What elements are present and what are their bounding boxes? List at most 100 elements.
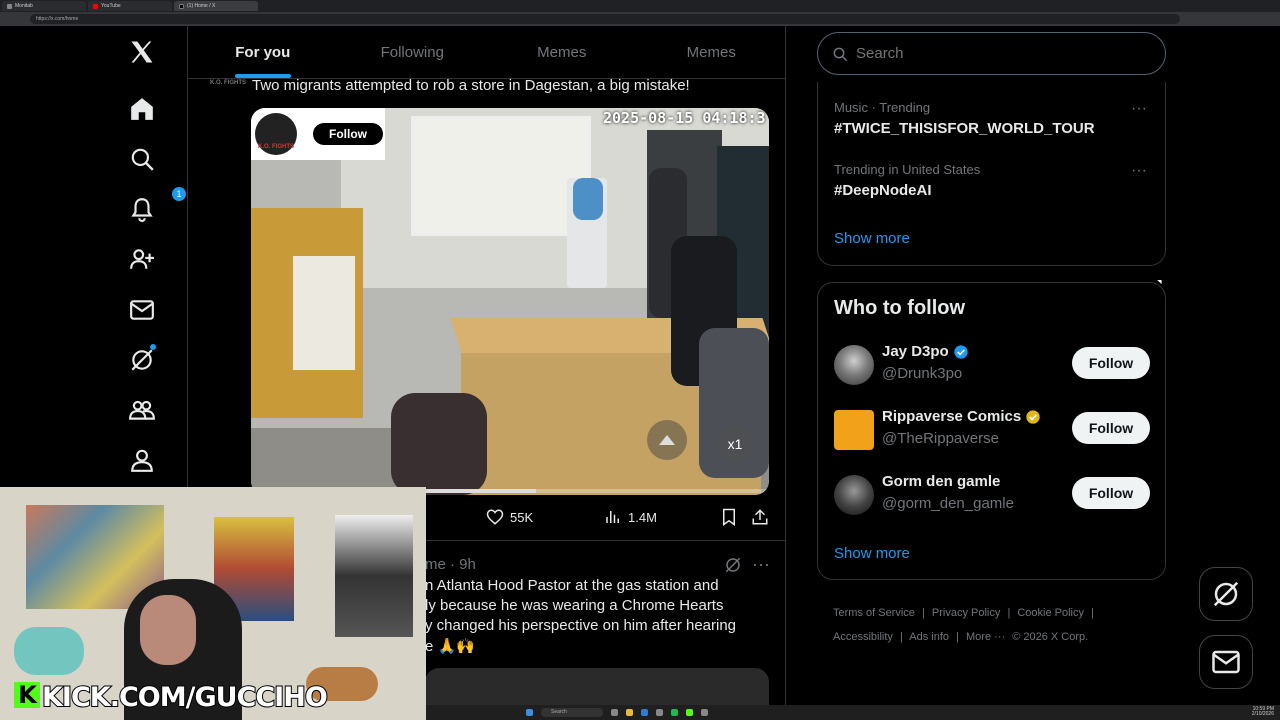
verified-badge-icon: [954, 344, 968, 359]
footer-link-cookies[interactable]: Cookie Policy: [1017, 607, 1084, 619]
footer-link-more[interactable]: More ···: [966, 631, 1005, 643]
tab-for-you[interactable]: For you: [188, 26, 338, 78]
more-options-icon[interactable]: ···: [752, 554, 770, 575]
tab-following[interactable]: Following: [338, 26, 488, 78]
like-count: 55K: [510, 509, 534, 525]
profile-icon[interactable]: [126, 444, 158, 476]
trends-show-more-link[interactable]: Show more: [834, 230, 910, 247]
trend-category: Music · Trending: [834, 100, 931, 115]
post-text-line: y changed his perspective on him after h…: [425, 617, 737, 634]
messages-floating-button[interactable]: [1199, 635, 1253, 689]
favicon-icon: [179, 3, 184, 9]
tab-memes[interactable]: Memes: [487, 26, 637, 78]
video-play-button[interactable]: [647, 420, 687, 460]
browser-tab[interactable]: YouTube: [88, 1, 172, 11]
footer-link-accessibility[interactable]: Accessibility: [833, 631, 893, 643]
grok-icon[interactable]: [724, 556, 742, 579]
kick-app-icon[interactable]: [686, 709, 693, 716]
follow-button[interactable]: Follow: [1072, 412, 1150, 444]
screen: Monitab YouTube (1) Home / X https://x.c…: [0, 0, 1280, 720]
left-navigation: 1: [96, 26, 188, 496]
user-handle: @gorm_den_gamle: [882, 495, 1014, 512]
tab-memes-2[interactable]: Memes: [637, 26, 786, 78]
favicon-icon: [7, 3, 12, 9]
search-icon[interactable]: [126, 143, 158, 175]
footer-separator: |: [899, 631, 903, 643]
footer-separator: |: [1091, 607, 1094, 619]
like-button[interactable]: 55K: [486, 508, 533, 526]
grok-floating-button[interactable]: [1199, 567, 1253, 621]
trend-name[interactable]: #TWICE_THISISFOR_WORLD_TOUR: [834, 120, 1095, 137]
suggested-user[interactable]: Jay D3po @Drunk3po Follow: [834, 343, 1154, 389]
video-scene-window: [411, 116, 591, 236]
browser-tab-strip: Monitab YouTube (1) Home / X: [0, 0, 1280, 12]
notifications-icon[interactable]: 1: [126, 187, 186, 225]
home-icon[interactable]: [126, 93, 158, 125]
follow-icon[interactable]: [126, 243, 158, 275]
views-chart-icon: [606, 511, 619, 523]
video-scene-calendar: [293, 256, 355, 370]
trend-more-icon[interactable]: ···: [1131, 162, 1147, 180]
taskbar-app-icon[interactable]: [611, 709, 618, 716]
x-logo-icon[interactable]: [126, 36, 158, 68]
browser-tab-label: YouTube: [101, 3, 121, 9]
video-overlay-card: K.O. FIGHTS Follow: [251, 108, 385, 160]
who-to-follow-show-more-link[interactable]: Show more: [834, 545, 910, 562]
verified-gold-badge-icon: [1026, 409, 1040, 424]
browser-icon[interactable]: [641, 709, 648, 716]
wall-poster: [335, 515, 413, 637]
file-explorer-icon[interactable]: [626, 709, 633, 716]
messages-icon[interactable]: [126, 294, 158, 326]
bookmark-button[interactable]: [720, 508, 738, 526]
search-box[interactable]: [817, 32, 1166, 75]
trend-more-icon[interactable]: ···: [1131, 100, 1147, 118]
sidebar-footer: Terms of Service | Privacy Policy | Cook…: [833, 601, 1153, 649]
streamer-face: [140, 595, 196, 665]
ko-fights-logo: K.O. FIGHTS: [255, 113, 297, 155]
taskbar-app-icon[interactable]: [701, 709, 708, 716]
avatar[interactable]: [834, 345, 874, 385]
user-handle: @Drunk3po: [882, 365, 963, 382]
windows-start-icon[interactable]: [526, 709, 533, 716]
trend-name[interactable]: #DeepNodeAI: [834, 182, 932, 199]
user-name: Gorm den gamle: [882, 473, 1001, 490]
taskbar-clock[interactable]: 10:59 PM 2/10/2026: [1252, 707, 1274, 717]
views-button[interactable]: 1.4M: [604, 508, 657, 526]
user-name: Rippaverse Comics: [882, 408, 1022, 425]
playback-speed-button[interactable]: x1: [717, 426, 753, 462]
url-text: https://x.com/home: [36, 16, 79, 22]
browser-tab-label: Monitab: [15, 3, 33, 9]
share-button[interactable]: [751, 508, 769, 526]
search-input[interactable]: [856, 45, 1136, 62]
taskbar-app-icon[interactable]: [656, 709, 663, 716]
footer-link-privacy[interactable]: Privacy Policy: [932, 607, 1000, 619]
follow-button[interactable]: Follow: [1072, 477, 1150, 509]
user-handle: @TheRippaverse: [882, 430, 999, 447]
trends-panel: Music · Trending #TWICE_THISISFOR_WORLD_…: [817, 82, 1166, 266]
browser-tab-active[interactable]: (1) Home / X: [174, 1, 258, 11]
post-video[interactable]: 2025-08-15 04:18:3 K.O. FIGHTS Follow x1: [251, 108, 769, 495]
post-text-line: n Atlanta Hood Pastor at the gas station…: [425, 577, 719, 594]
video-timestamp: 2025-08-15 04:18:3: [603, 109, 766, 127]
post-meta: me · 9h: [425, 556, 476, 573]
windows-taskbar: Search 10:59 PM 2/10/2026: [426, 705, 1280, 720]
post-author-avatar[interactable]: K.O. FIGHTS: [210, 80, 246, 86]
browser-tab[interactable]: Monitab: [2, 1, 86, 11]
follow-button[interactable]: Follow: [1072, 347, 1150, 379]
taskbar-search[interactable]: Search: [541, 708, 603, 717]
footer-link-ads-info[interactable]: Ads info: [909, 631, 949, 643]
video-follow-button[interactable]: Follow: [313, 123, 383, 145]
footer-link-terms[interactable]: Terms of Service: [833, 607, 915, 619]
user-name-row: Gorm den gamle: [882, 473, 1000, 490]
suggested-user[interactable]: Gorm den gamle @gorm_den_gamle Follow: [834, 473, 1154, 519]
address-bar[interactable]: https://x.com/home: [30, 14, 1180, 24]
footer-separator: |: [921, 607, 925, 619]
spotify-icon[interactable]: [671, 709, 678, 716]
avatar[interactable]: [834, 475, 874, 515]
communities-icon[interactable]: [126, 394, 158, 426]
suggested-user[interactable]: Rippaverse Comics @TheRippaverse Follow: [834, 408, 1154, 454]
avatar[interactable]: [834, 410, 874, 450]
user-name-row: Rippaverse Comics: [882, 408, 1041, 425]
user-name-row: Jay D3po: [882, 343, 969, 360]
grok-icon[interactable]: [126, 344, 158, 376]
